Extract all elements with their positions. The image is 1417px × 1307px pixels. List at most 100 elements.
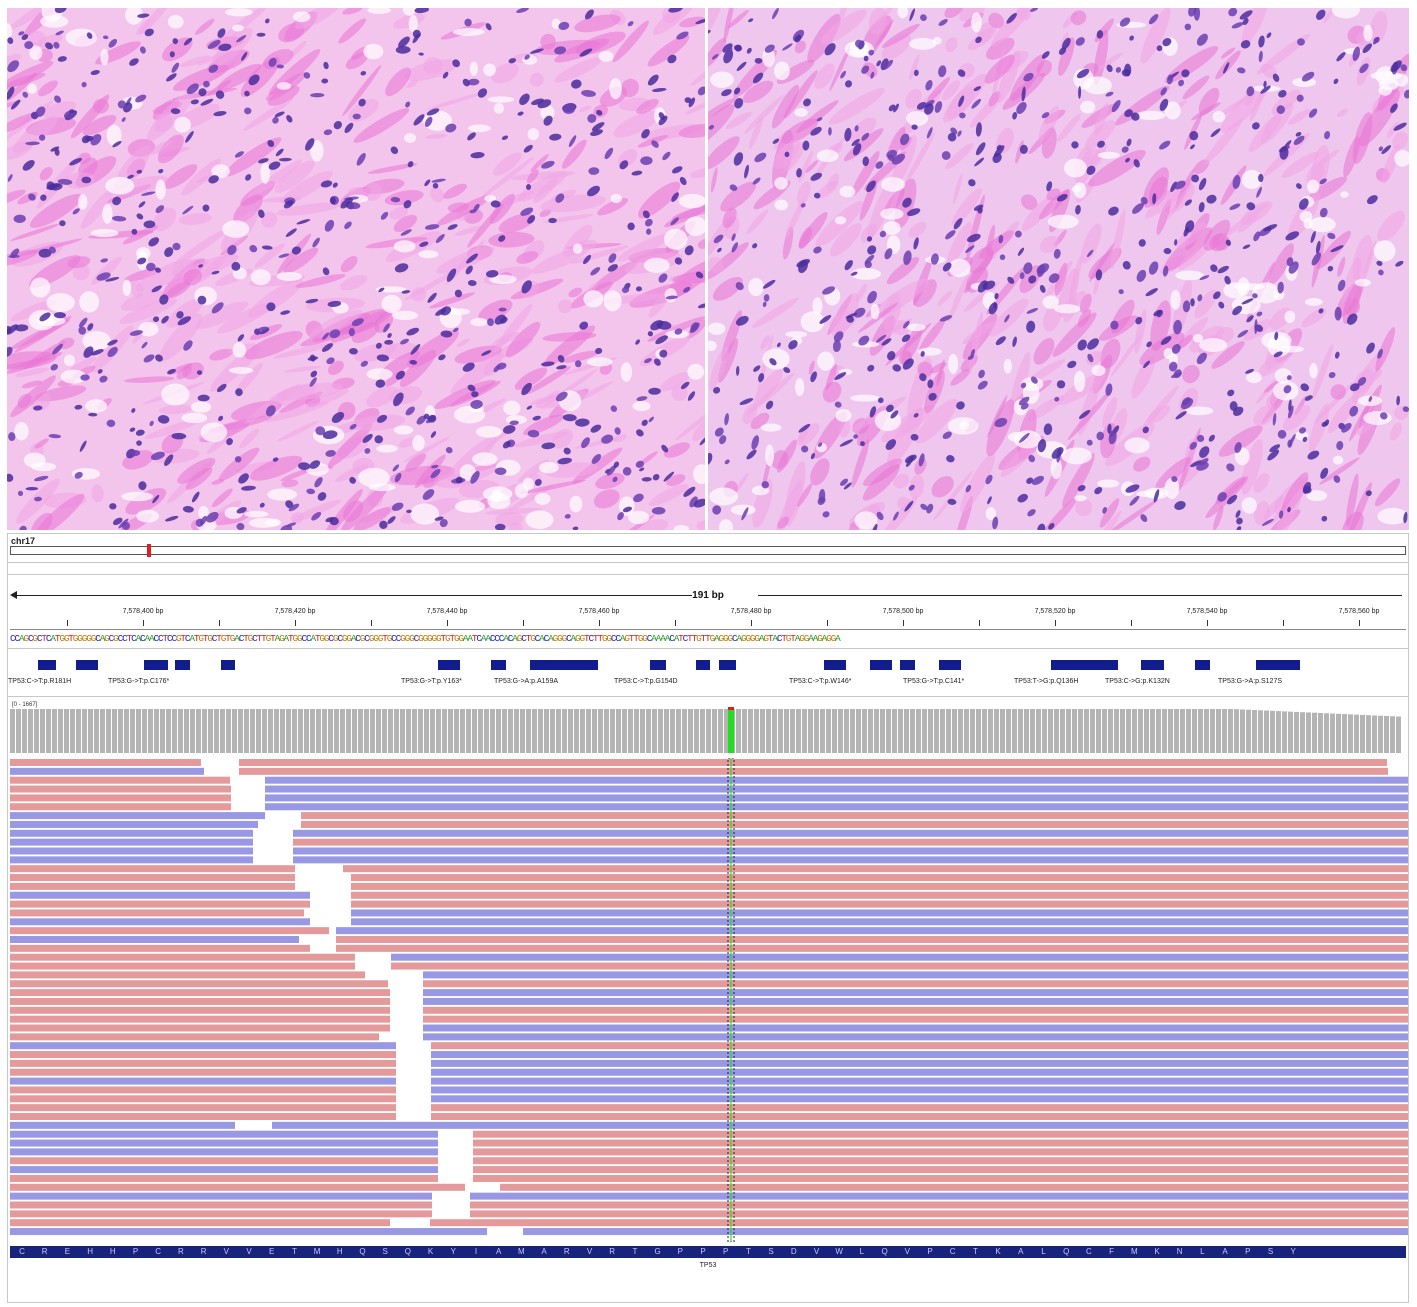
read[interactable]	[10, 874, 295, 882]
read[interactable]	[423, 1024, 1408, 1032]
read[interactable]	[336, 944, 1408, 952]
read[interactable]	[470, 1192, 1408, 1200]
read[interactable]	[10, 794, 231, 802]
read[interactable]	[10, 1068, 396, 1076]
read[interactable]	[470, 1210, 1408, 1218]
read[interactable]	[523, 1228, 1408, 1236]
read[interactable]	[473, 1166, 1408, 1174]
read[interactable]	[10, 759, 201, 766]
read[interactable]	[431, 1104, 1408, 1112]
read[interactable]	[10, 803, 231, 811]
read[interactable]	[293, 838, 1408, 846]
gene-label[interactable]: TP53	[8, 1262, 1408, 1269]
read[interactable]	[351, 909, 1408, 917]
read[interactable]	[423, 971, 1408, 979]
read[interactable]	[10, 1174, 438, 1182]
variant-feature[interactable]	[1256, 660, 1300, 670]
read[interactable]	[10, 1042, 396, 1050]
read[interactable]	[10, 927, 329, 935]
read[interactable]	[10, 1210, 432, 1218]
variant-feature[interactable]	[870, 660, 892, 670]
read[interactable]	[10, 1139, 438, 1147]
read[interactable]	[473, 1130, 1408, 1138]
variant-feature[interactable]	[144, 660, 168, 670]
read[interactable]	[265, 803, 1408, 811]
read[interactable]	[239, 759, 1387, 766]
read[interactable]	[10, 1219, 390, 1227]
read[interactable]	[239, 767, 1388, 775]
read[interactable]	[473, 1148, 1408, 1156]
variant-feature[interactable]	[1141, 660, 1164, 670]
read[interactable]	[272, 1121, 1408, 1129]
read[interactable]	[10, 1059, 396, 1067]
read[interactable]	[293, 856, 1408, 864]
read[interactable]	[10, 1183, 465, 1191]
read[interactable]	[423, 1015, 1408, 1023]
read[interactable]	[431, 1113, 1408, 1120]
variant-feature[interactable]	[38, 660, 56, 670]
coverage-track[interactable]	[10, 701, 1406, 753]
read[interactable]	[431, 1042, 1408, 1050]
read[interactable]	[500, 1183, 1408, 1191]
read[interactable]	[430, 1219, 1408, 1227]
read[interactable]	[431, 1051, 1408, 1059]
read[interactable]	[423, 980, 1408, 988]
read[interactable]	[10, 989, 390, 997]
read[interactable]	[10, 812, 265, 820]
read[interactable]	[301, 812, 1408, 820]
read[interactable]	[10, 820, 258, 828]
read[interactable]	[10, 829, 253, 837]
read[interactable]	[351, 900, 1408, 908]
read[interactable]	[336, 936, 1408, 943]
read[interactable]	[10, 856, 253, 864]
variant-feature[interactable]	[939, 660, 961, 670]
read[interactable]	[423, 997, 1408, 1005]
read[interactable]	[336, 927, 1408, 935]
read[interactable]	[301, 820, 1408, 828]
read[interactable]	[10, 838, 253, 846]
read[interactable]	[10, 1157, 438, 1165]
read[interactable]	[10, 1130, 438, 1138]
read[interactable]	[10, 1095, 396, 1103]
read[interactable]	[10, 847, 253, 855]
variant-feature[interactable]	[530, 660, 598, 670]
read[interactable]	[10, 1006, 390, 1014]
read[interactable]	[473, 1139, 1408, 1147]
read[interactable]	[293, 847, 1408, 855]
read[interactable]	[473, 1174, 1408, 1182]
read[interactable]	[10, 1121, 235, 1129]
read[interactable]	[10, 980, 388, 988]
read[interactable]	[431, 1068, 1408, 1076]
read[interactable]	[10, 918, 310, 926]
variant-feature[interactable]	[438, 660, 460, 670]
read[interactable]	[10, 1086, 396, 1094]
read[interactable]	[10, 944, 310, 952]
read[interactable]	[351, 882, 1408, 890]
variant-feature[interactable]	[1051, 660, 1118, 670]
read[interactable]	[431, 1086, 1408, 1094]
variant-feature[interactable]	[650, 660, 666, 670]
variant-feature[interactable]	[76, 660, 98, 670]
read[interactable]	[431, 1095, 1408, 1103]
read[interactable]	[10, 997, 390, 1005]
read[interactable]	[10, 900, 310, 908]
read[interactable]	[10, 767, 204, 775]
read[interactable]	[10, 1015, 390, 1023]
read[interactable]	[10, 1051, 396, 1059]
read[interactable]	[423, 1006, 1408, 1014]
read[interactable]	[10, 1113, 396, 1120]
read[interactable]	[265, 794, 1408, 802]
read[interactable]	[10, 962, 355, 970]
read[interactable]	[391, 953, 1408, 961]
variant-feature[interactable]	[221, 660, 235, 670]
read[interactable]	[10, 971, 365, 979]
read[interactable]	[473, 1157, 1408, 1165]
read[interactable]	[423, 989, 1408, 997]
read[interactable]	[265, 776, 1408, 784]
read[interactable]	[10, 776, 230, 784]
variant-feature[interactable]	[719, 660, 736, 670]
read[interactable]	[10, 1024, 390, 1032]
read[interactable]	[391, 962, 1408, 970]
read[interactable]	[10, 1192, 432, 1200]
read[interactable]	[10, 953, 355, 961]
